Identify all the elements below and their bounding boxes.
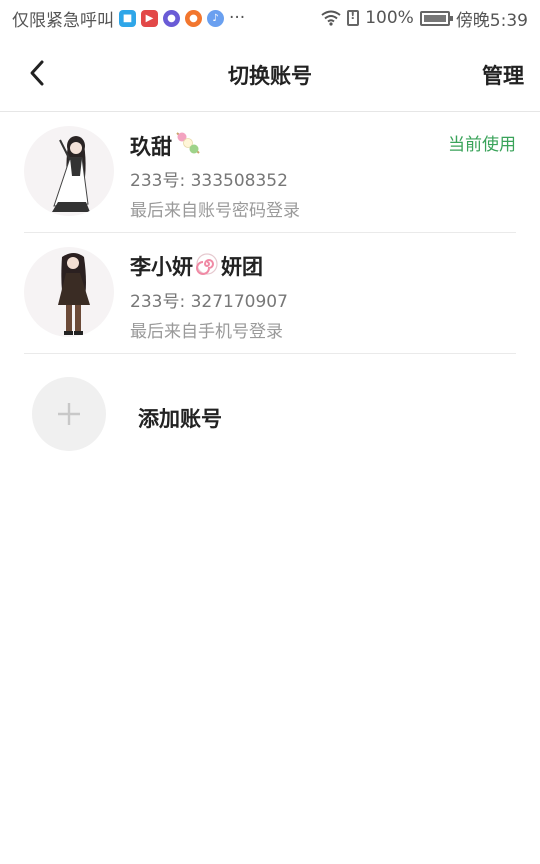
account-login-method: 最后来自手机号登录 (130, 322, 283, 342)
battery-percent: 100% (365, 8, 414, 28)
narutomaki-emoji-icon (195, 252, 219, 281)
account-item[interactable]: 玖甜 233号: 333508352 最后来自账号密码登录 当前使用 (24, 112, 516, 233)
add-account-label: 添加账号 (138, 407, 222, 431)
add-account-button[interactable] (32, 377, 106, 451)
music-app-icon: ♪ (207, 9, 224, 27)
battery-icon (419, 10, 453, 26)
wifi-icon (321, 10, 341, 26)
account-name-text: 玖甜 (130, 134, 172, 159)
avatar (24, 247, 114, 337)
alert-icon (347, 9, 360, 26)
clock: 傍晚5:39 (455, 10, 528, 31)
orange-app-icon: ● (185, 9, 202, 27)
status-left: 仅限紧急呼叫 ■ ▶ ● ● ♪ ··· (12, 6, 245, 31)
page-title: 切换账号 (228, 64, 312, 88)
status-bar: 仅限紧急呼叫 ■ ▶ ● ● ♪ ··· 100% 傍晚5:39 (0, 0, 540, 36)
chat-app-icon: ● (163, 9, 180, 27)
account-name: 玖甜 (130, 130, 202, 161)
video-app-icon: ▶ (141, 9, 158, 27)
account-id: 233号: 333508352 (130, 171, 288, 191)
account-name-suffix: 妍团 (221, 255, 263, 279)
dango-emoji-icon (174, 130, 202, 161)
header: 切换账号 管理 (0, 36, 540, 112)
account-login-method: 最后来自账号密码登录 (130, 201, 300, 221)
account-name-prefix: 李小妍 (130, 255, 193, 279)
manage-button[interactable]: 管理 (482, 60, 524, 90)
carrier-status-text: 仅限紧急呼叫 (12, 10, 114, 31)
avatar (24, 126, 114, 216)
more-notifications-icon: ··· (229, 8, 246, 28)
account-item[interactable]: 李小妍 妍团 233号: 327170907 最后来自手机号登录 (24, 233, 516, 354)
add-account-row[interactable]: 添加账号 (32, 377, 516, 453)
status-right: 100% 傍晚5:39 (321, 6, 528, 31)
account-name: 李小妍 妍团 (130, 251, 263, 281)
plus-icon (58, 403, 80, 425)
account-id: 233号: 327170907 (130, 292, 288, 312)
current-account-badge: 当前使用 (448, 135, 516, 155)
shield-app-icon: ■ (119, 9, 136, 27)
